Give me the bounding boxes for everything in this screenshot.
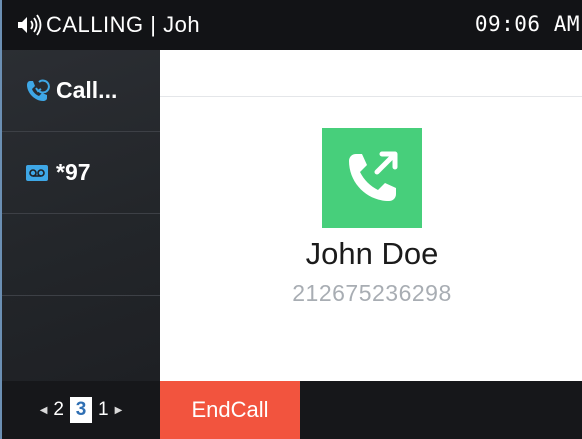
sidebar: Call... *97 bbox=[2, 50, 160, 381]
speaker-icon bbox=[18, 14, 42, 36]
divider bbox=[160, 96, 582, 97]
end-call-button[interactable]: EndCall bbox=[160, 381, 300, 439]
outgoing-call-icon bbox=[322, 128, 422, 228]
chevron-left-icon[interactable]: ◀ bbox=[40, 405, 48, 416]
clock: 09:06 AM bbox=[474, 12, 580, 36]
sidebar-item-call[interactable]: Call... bbox=[2, 50, 160, 132]
page-number[interactable]: 1 bbox=[98, 399, 109, 421]
call-status-title: CALLING | Joh bbox=[46, 12, 201, 37]
current-page-number: 3 bbox=[70, 397, 92, 423]
contact-number: 212675236298 bbox=[292, 280, 452, 306]
contact-name: John Doe bbox=[305, 236, 439, 271]
voicemail-icon bbox=[26, 164, 48, 181]
call-panel: John Doe 212675236298 bbox=[160, 50, 582, 381]
sidebar-item-voicemail[interactable]: *97 bbox=[2, 132, 160, 214]
call-transfer-icon bbox=[27, 79, 50, 101]
status-bar: CALLING | Joh 09:06 AM bbox=[2, 0, 582, 50]
sidebar-item-empty[interactable] bbox=[2, 214, 160, 296]
phone-screen: CALLING | Joh 09:06 AM Call... *97 John … bbox=[0, 0, 582, 439]
page-indicator: ◀ 2 3 1 ▶ bbox=[2, 381, 160, 439]
softkey-bar: ◀ 2 3 1 ▶ EndCall bbox=[2, 381, 582, 439]
sidebar-item-empty[interactable] bbox=[2, 296, 160, 378]
sidebar-item-label: Call... bbox=[56, 77, 118, 103]
sidebar-item-label: *97 bbox=[56, 159, 91, 185]
chevron-right-icon[interactable]: ▶ bbox=[115, 405, 123, 416]
page-number[interactable]: 2 bbox=[53, 399, 64, 421]
